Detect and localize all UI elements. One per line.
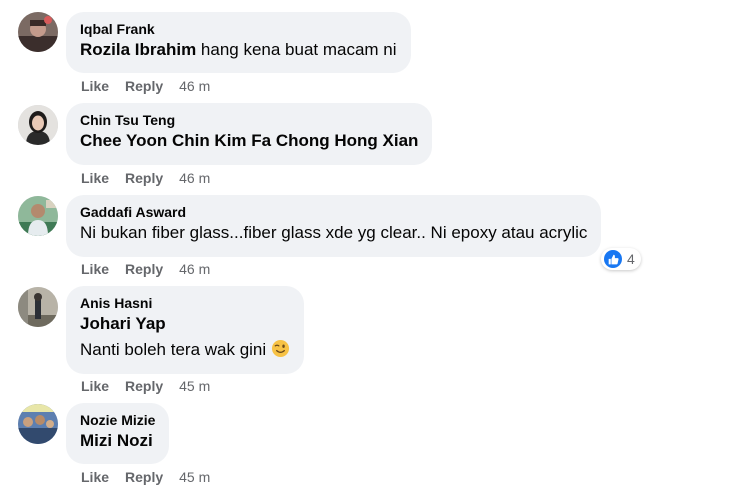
like-button[interactable]: Like xyxy=(81,78,109,94)
avatar-photo-icon xyxy=(18,196,58,236)
comment-text: Rozila Ibrahim hang kena buat macam ni xyxy=(80,38,397,62)
comment-bubble: Chin Tsu Teng Chee Yoon Chin Kim Fa Chon… xyxy=(66,103,433,165)
comment-timestamp[interactable]: 45 m xyxy=(179,378,210,394)
like-button[interactable]: Like xyxy=(81,261,109,277)
comment-timestamp[interactable]: 46 m xyxy=(179,78,210,94)
avatar-photo-icon xyxy=(18,287,58,327)
avatar-photo-icon xyxy=(18,12,58,52)
winking-face-emoji xyxy=(271,339,289,358)
comment-body: hang kena buat macam ni xyxy=(196,40,397,59)
comment-text: Nanti boleh tera wak gini xyxy=(80,338,290,362)
avatar-photo-icon xyxy=(18,404,58,444)
reply-button[interactable]: Reply xyxy=(125,378,163,394)
comment-timestamp[interactable]: 46 m xyxy=(179,170,210,186)
reaction-count: 4 xyxy=(627,251,635,267)
comment-bubble: Nozie Mizie Mizi Nozi xyxy=(66,403,170,464)
comment-actions: Like Reply 45 m xyxy=(81,468,210,486)
avatar[interactable] xyxy=(18,196,58,236)
comment-author[interactable]: Gaddafi Asward xyxy=(80,203,587,221)
reply-button[interactable]: Reply xyxy=(125,170,163,186)
comment-actions: Like Reply 46 m xyxy=(81,77,210,95)
comment-text: Mizi Nozi xyxy=(80,429,155,453)
mention-link[interactable]: Johari Yap xyxy=(80,314,166,333)
comment-actions: Like Reply 45 m xyxy=(81,377,210,395)
avatar[interactable] xyxy=(18,12,58,52)
comment-actions: Like Reply 46 m xyxy=(81,169,210,187)
reaction-summary[interactable]: 4 xyxy=(601,248,641,270)
reply-button[interactable]: Reply xyxy=(125,469,163,485)
comment-author[interactable]: Iqbal Frank xyxy=(80,20,397,38)
avatar-photo-icon xyxy=(18,105,58,145)
comment-author[interactable]: Anis Hasni xyxy=(80,294,290,312)
reply-button[interactable]: Reply xyxy=(125,78,163,94)
like-button[interactable]: Like xyxy=(81,170,109,186)
comment-bubble: Iqbal Frank Rozila Ibrahim hang kena bua… xyxy=(66,12,411,73)
comment-author[interactable]: Chin Tsu Teng xyxy=(80,111,418,129)
comment-timestamp[interactable]: 45 m xyxy=(179,469,210,485)
mention-link[interactable]: Chee Yoon Chin Kim Fa Chong Hong Xian xyxy=(80,131,418,150)
thumbs-up-icon xyxy=(604,250,622,268)
comment-actions: Like Reply 46 m xyxy=(81,260,210,278)
comment-text: Chee Yoon Chin Kim Fa Chong Hong Xian xyxy=(80,129,418,153)
like-button[interactable]: Like xyxy=(81,378,109,394)
mention-link[interactable]: Mizi Nozi xyxy=(80,431,153,450)
reply-button[interactable]: Reply xyxy=(125,261,163,277)
comment-bubble: Gaddafi Asward Ni bukan fiber glass...fi… xyxy=(66,195,602,257)
comment-timestamp[interactable]: 46 m xyxy=(179,261,210,277)
comment-bubble: Anis Hasni Johari Yap Nanti boleh tera w… xyxy=(66,286,304,374)
avatar[interactable] xyxy=(18,287,58,327)
avatar[interactable] xyxy=(18,404,58,444)
comment-body: Nanti boleh tera wak gini xyxy=(80,340,271,359)
comment-author[interactable]: Nozie Mizie xyxy=(80,411,155,429)
comment-text: Ni bukan fiber glass...fiber glass xde y… xyxy=(80,223,588,242)
comment-text: Johari Yap xyxy=(80,312,290,336)
like-button[interactable]: Like xyxy=(81,469,109,485)
mention-link[interactable]: Rozila Ibrahim xyxy=(80,40,196,59)
avatar[interactable] xyxy=(18,105,58,145)
